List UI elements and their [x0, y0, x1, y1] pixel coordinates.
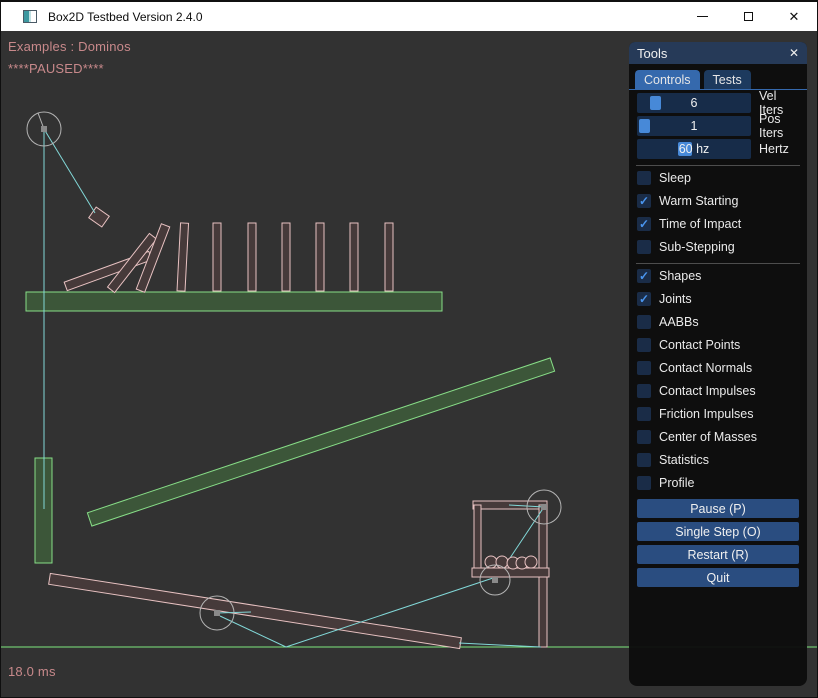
single-step-button[interactable]: Single Step (O) — [637, 522, 799, 541]
pos-iters-slider[interactable]: 1 Pos Iters — [637, 116, 799, 136]
checkbox-icon[interactable] — [637, 476, 651, 490]
seesaw-plank — [49, 573, 462, 648]
hertz-value: 60 hz — [637, 139, 751, 159]
checkbox-center-of-masses[interactable]: Center of Masses — [637, 430, 799, 444]
checkbox-icon[interactable]: ✓ — [637, 194, 651, 208]
tab-tests[interactable]: Tests — [704, 70, 751, 89]
checkbox-profile[interactable]: Profile — [637, 476, 799, 490]
standing-domino — [385, 223, 393, 291]
pendulum-box — [89, 207, 110, 227]
checkbox-icon[interactable]: ✓ — [637, 217, 651, 231]
checkbox-warm-starting[interactable]: ✓ Warm Starting — [637, 194, 799, 208]
joint-anchors — [41, 126, 547, 616]
app-window: Box2D Testbed Version 2.4.0 ✕ — [0, 0, 818, 698]
hertz-slider[interactable]: 60 hz Hertz — [637, 139, 799, 159]
standing-domino — [282, 223, 290, 291]
vel-iters-value: 6 — [637, 93, 751, 113]
vel-iters-label: Vel Iters — [759, 93, 799, 113]
standing-domino — [177, 223, 189, 291]
frame-left-bar — [474, 505, 481, 576]
checkbox-icon[interactable]: ✓ — [637, 269, 651, 283]
checkbox-time-of-impact[interactable]: ✓ Time of Impact — [637, 217, 799, 231]
tools-panel-titlebar[interactable]: Tools ✕ — [629, 42, 807, 64]
checkbox-icon[interactable] — [637, 384, 651, 398]
checkbox-icon[interactable] — [637, 315, 651, 329]
checkbox-sleep[interactable]: Sleep — [637, 171, 799, 185]
checkbox-contact-normals[interactable]: Contact Normals — [637, 361, 799, 375]
separator — [636, 263, 800, 264]
tools-panel-title: Tools — [637, 46, 789, 61]
tab-controls[interactable]: Controls — [635, 70, 700, 89]
checkbox-icon[interactable] — [637, 453, 651, 467]
checkbox-icon[interactable] — [637, 240, 651, 254]
standing-domino — [213, 223, 221, 291]
tools-panel: Tools ✕ Controls Tests 6 Vel Iters 1 Pos… — [629, 42, 807, 686]
restart-button[interactable]: Restart (R) — [637, 545, 799, 564]
standing-domino — [248, 223, 256, 291]
checkbox-sub-stepping[interactable]: Sub-Stepping — [637, 240, 799, 254]
checkbox-friction-impulses[interactable]: Friction Impulses — [637, 407, 799, 421]
separator — [636, 165, 800, 166]
tools-tabbar: Controls Tests — [629, 64, 807, 90]
vel-iters-slider[interactable]: 6 Vel Iters — [637, 93, 799, 113]
frame-shelf — [472, 568, 549, 577]
example-label: Examples : Dominos — [8, 39, 131, 54]
standing-domino — [316, 223, 324, 291]
hertz-label: Hertz — [759, 139, 789, 159]
checkbox-icon[interactable] — [637, 430, 651, 444]
tools-panel-close-icon[interactable]: ✕ — [789, 46, 799, 60]
domino-platform — [26, 292, 442, 311]
frame-time-label: 18.0 ms — [8, 664, 56, 679]
checkbox-icon[interactable] — [637, 407, 651, 421]
checkbox-aabbs[interactable]: AABBs — [637, 315, 799, 329]
standing-domino — [350, 223, 358, 291]
pos-iters-label: Pos Iters — [759, 116, 799, 136]
quit-button[interactable]: Quit — [637, 568, 799, 587]
checkbox-statistics[interactable]: Statistics — [637, 453, 799, 467]
pause-button[interactable]: Pause (P) — [637, 499, 799, 518]
checkbox-contact-points[interactable]: Contact Points — [637, 338, 799, 352]
cradle-balls — [485, 556, 537, 569]
paused-label: ****PAUSED**** — [8, 61, 104, 76]
checkbox-shapes[interactable]: ✓ Shapes — [637, 269, 799, 283]
checkbox-icon[interactable] — [637, 361, 651, 375]
checkbox-joints[interactable]: ✓ Joints — [637, 292, 799, 306]
checkbox-contact-impulses[interactable]: Contact Impulses — [637, 384, 799, 398]
checkbox-icon[interactable] — [637, 171, 651, 185]
pos-iters-value: 1 — [637, 116, 751, 136]
checkbox-icon[interactable]: ✓ — [637, 292, 651, 306]
checkbox-icon[interactable] — [637, 338, 651, 352]
